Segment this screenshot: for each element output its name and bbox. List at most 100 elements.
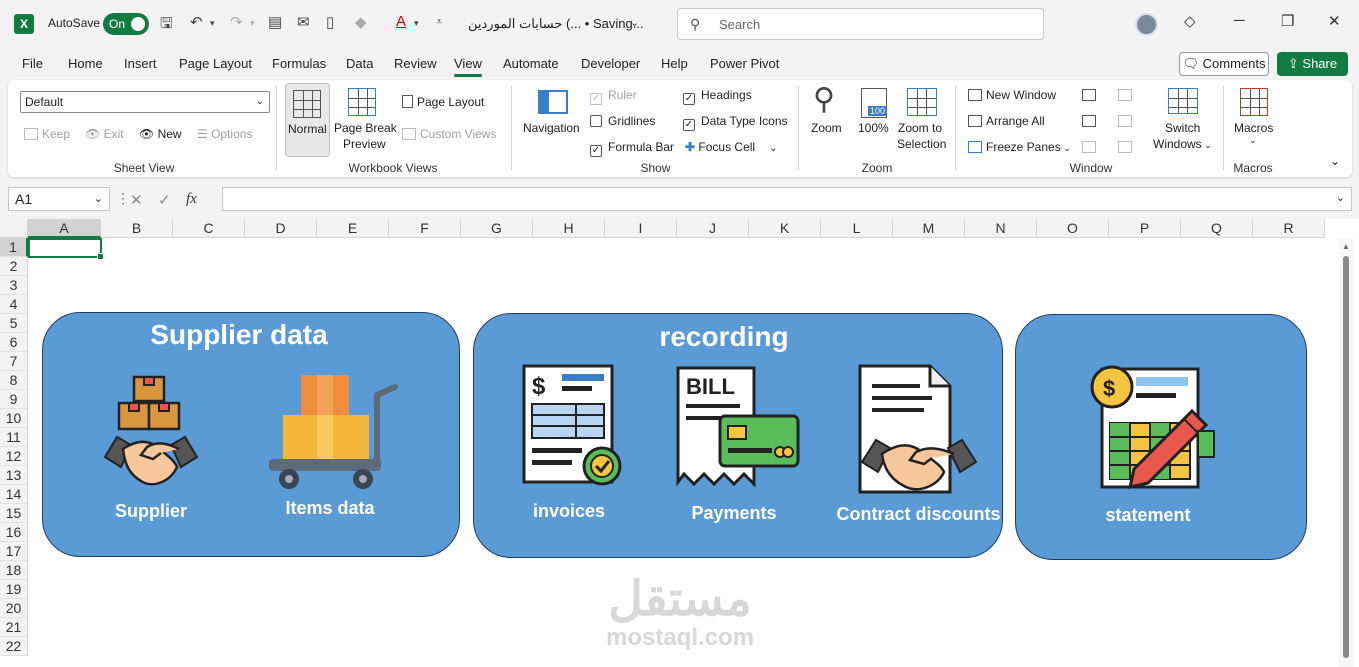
options-button[interactable]: ☰ Options bbox=[197, 127, 252, 141]
tab-view[interactable]: View bbox=[454, 56, 482, 77]
column-header[interactable]: R bbox=[1253, 219, 1325, 238]
column-header[interactable]: G bbox=[461, 219, 533, 238]
row-header[interactable]: 9 bbox=[0, 390, 28, 409]
select-all-corner[interactable] bbox=[0, 219, 28, 238]
scroll-thumb[interactable] bbox=[1343, 256, 1349, 658]
column-header[interactable]: D bbox=[245, 219, 317, 238]
cancel-icon[interactable]: ✕ bbox=[130, 191, 143, 209]
navigation-label[interactable]: Navigation bbox=[523, 121, 580, 135]
column-header[interactable]: Q bbox=[1181, 219, 1253, 238]
page-break-label-2[interactable]: Preview bbox=[343, 137, 386, 151]
hide-icon[interactable] bbox=[1082, 115, 1096, 127]
row-header[interactable]: 18 bbox=[0, 561, 28, 580]
row-header[interactable]: 16 bbox=[0, 523, 28, 542]
data-type-icons-checkbox[interactable]: ✓ Data Type Icons bbox=[683, 114, 788, 131]
more-icon[interactable]: ⋮ bbox=[116, 190, 130, 207]
new-sheet-view-button[interactable]: 👁 New bbox=[139, 127, 182, 141]
column-header[interactable]: L bbox=[821, 219, 893, 238]
undo-icon[interactable]: ↶ bbox=[190, 13, 203, 31]
switch-windows-icon[interactable] bbox=[1168, 88, 1198, 114]
mail-icon[interactable]: ✉ bbox=[297, 13, 310, 31]
column-header[interactable]: I bbox=[605, 219, 677, 238]
ruler-checkbox[interactable]: ✓ Ruler bbox=[590, 88, 637, 105]
redo-icon[interactable]: ↷ bbox=[230, 13, 243, 31]
column-header[interactable]: B bbox=[101, 219, 173, 238]
normal-view-button[interactable]: Normal bbox=[285, 83, 330, 157]
document-title[interactable]: حسابات الموردين (... • Saving... bbox=[468, 16, 644, 32]
split-icon[interactable] bbox=[1082, 89, 1096, 101]
tab-review[interactable]: Review bbox=[394, 56, 437, 71]
column-header[interactable]: P bbox=[1109, 219, 1181, 238]
zoom-to-selection-icon[interactable] bbox=[907, 88, 937, 116]
tab-developer[interactable]: Developer bbox=[581, 56, 640, 71]
row-header[interactable]: 2 bbox=[0, 257, 28, 276]
row-header[interactable]: 8 bbox=[0, 371, 28, 390]
column-header[interactable]: O bbox=[1037, 219, 1109, 238]
row-header[interactable]: 3 bbox=[0, 276, 28, 295]
zoom-100-icon[interactable]: 100 bbox=[861, 88, 888, 118]
tab-page-layout[interactable]: Page Layout bbox=[179, 56, 252, 71]
collapse-ribbon-icon[interactable]: ⌄ bbox=[1330, 154, 1340, 168]
macros-label[interactable]: Macros bbox=[1234, 121, 1273, 135]
comments-button[interactable]: 🗨 Comments bbox=[1179, 52, 1269, 76]
unhide-icon[interactable] bbox=[1082, 141, 1096, 153]
switch-label-1[interactable]: Switch bbox=[1165, 121, 1200, 135]
title-dropdown-icon[interactable]: ⌄ bbox=[630, 16, 639, 29]
row-header[interactable]: 20 bbox=[0, 599, 28, 618]
zoom-to-label-1[interactable]: Zoom to bbox=[898, 121, 942, 135]
row-header[interactable]: 13 bbox=[0, 466, 28, 485]
row-header[interactable]: 5 bbox=[0, 314, 28, 333]
synchronous-scrolling-icon[interactable] bbox=[1118, 115, 1132, 127]
insert-function-icon[interactable]: fx bbox=[186, 191, 197, 208]
column-header[interactable]: F bbox=[389, 219, 461, 238]
formula-input[interactable]: ⌄ bbox=[222, 187, 1352, 211]
row-header[interactable]: 1 bbox=[0, 238, 28, 257]
restore-icon[interactable]: ❐ bbox=[1281, 12, 1294, 30]
autosave-toggle[interactable]: On bbox=[103, 13, 149, 35]
worksheet[interactable]: ABCDEFGHIJKLMNOPQR 1 2 3 4 5 6 7 8 9 10 11 12 13 14 15… bbox=[0, 219, 1359, 667]
minimize-icon[interactable]: ─ bbox=[1234, 12, 1245, 29]
customize-toolbar-icon[interactable]: ⩡ bbox=[436, 16, 442, 29]
statement-card[interactable]: $ statement bbox=[1015, 314, 1307, 560]
row-header[interactable]: 4 bbox=[0, 295, 28, 314]
custom-views-button[interactable]: Custom Views bbox=[402, 127, 496, 141]
avatar[interactable] bbox=[1135, 13, 1158, 36]
font-color-dropdown-icon[interactable]: ▾ bbox=[414, 18, 419, 29]
fill-color-icon[interactable]: ◆ bbox=[355, 13, 367, 31]
navigation-icon[interactable] bbox=[538, 90, 568, 114]
zoom-to-label-2[interactable]: Selection bbox=[897, 137, 946, 151]
column-header[interactable]: N bbox=[965, 219, 1037, 238]
row-header[interactable]: 19 bbox=[0, 580, 28, 599]
zoom-label[interactable]: Zoom bbox=[811, 121, 842, 135]
row-header[interactable]: 14 bbox=[0, 485, 28, 504]
view-side-by-side-icon[interactable] bbox=[1118, 89, 1132, 101]
search-box[interactable]: ⚲ Search bbox=[677, 8, 1044, 40]
redo-dropdown-icon[interactable]: ▾ bbox=[250, 18, 255, 29]
recording-card[interactable]: recording $ BILL invoices Payments Contr… bbox=[473, 313, 1003, 558]
row-header[interactable]: 12 bbox=[0, 447, 28, 466]
page-layout-button[interactable]: Page Layout bbox=[402, 95, 484, 109]
switch-windows-button[interactable]: Windows ⌄ bbox=[1153, 137, 1212, 151]
font-color-icon[interactable]: A bbox=[396, 13, 406, 30]
column-header[interactable]: K bbox=[749, 219, 821, 238]
gridlines-checkbox[interactable]: Gridlines bbox=[590, 114, 655, 128]
column-header[interactable]: E bbox=[317, 219, 389, 238]
row-header[interactable]: 15 bbox=[0, 504, 28, 523]
arrange-all-button[interactable]: Arrange All bbox=[968, 114, 1045, 128]
tab-help[interactable]: Help bbox=[661, 56, 688, 71]
file-icon[interactable]: ▯ bbox=[326, 13, 334, 31]
chevron-down-icon[interactable]: ⌄ bbox=[1249, 135, 1257, 146]
keep-button[interactable]: Keep bbox=[24, 127, 70, 141]
name-box[interactable]: A1 ⌄ bbox=[8, 187, 110, 211]
row-header[interactable]: 10 bbox=[0, 409, 28, 428]
page-break-label-1[interactable]: Page Break bbox=[334, 121, 397, 135]
macros-icon[interactable] bbox=[1240, 88, 1268, 116]
headings-checkbox[interactable]: ✓ Headings bbox=[683, 88, 752, 105]
row-header[interactable]: 22 bbox=[0, 637, 28, 656]
tab-home[interactable]: Home bbox=[68, 56, 103, 71]
focus-cell-button[interactable]: ✚ Focus Cell ⌄ bbox=[685, 140, 777, 154]
row-header[interactable]: 21 bbox=[0, 618, 28, 637]
sheet-view-select[interactable]: Default ⌄ bbox=[20, 91, 270, 113]
tab-file[interactable]: File bbox=[22, 56, 43, 71]
tab-formulas[interactable]: Formulas bbox=[272, 56, 326, 71]
